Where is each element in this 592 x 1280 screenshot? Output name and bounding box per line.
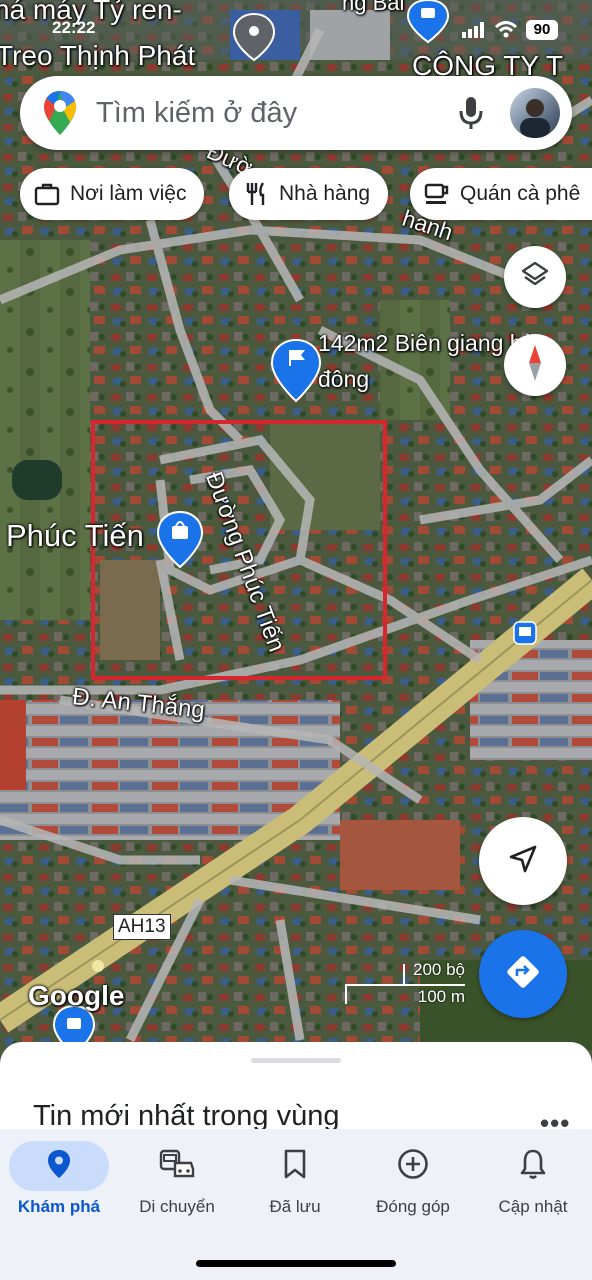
highway-shield: AH13 <box>113 914 171 940</box>
microphone-icon[interactable] <box>456 93 486 133</box>
bookmark-icon <box>283 1149 307 1184</box>
compass-icon <box>525 343 545 388</box>
coffee-cup-icon <box>424 181 450 207</box>
map-label: ng Bài <box>342 0 405 15</box>
place-label[interactable]: đông <box>318 366 369 393</box>
layers-icon <box>520 260 550 295</box>
chip-workplace[interactable]: Nơi làm việc <box>20 168 205 220</box>
satellite-map[interactable]: ná máy Tỷ ren- Treo Thịnh Phát ng Bài CÔ… <box>0 0 592 1060</box>
search-bar[interactable]: Tìm kiếm ở đây <box>20 76 572 150</box>
nav-commute[interactable]: Di chuyển <box>118 1141 236 1217</box>
google-logo: Google <box>28 980 125 1011</box>
sheet-drag-handle[interactable] <box>251 1058 341 1063</box>
home-indicator <box>196 1260 396 1267</box>
nav-label: Khám phá <box>17 1197 101 1216</box>
map-scale: 200 bộ 100 m <box>345 958 471 1010</box>
compass-button[interactable] <box>504 334 566 396</box>
status-time: 22:22 <box>52 18 96 37</box>
chip-label: Nhà hàng <box>279 182 371 205</box>
search-input[interactable]: Tìm kiếm ở đây <box>96 97 456 130</box>
nav-label: Cập nhật <box>498 1197 568 1216</box>
layers-button[interactable] <box>504 246 566 308</box>
nav-contribute[interactable]: Đóng góp <box>354 1141 472 1217</box>
scale-feet: 200 bộ <box>413 960 465 979</box>
nav-label: Đóng góp <box>376 1197 450 1216</box>
fork-knife-icon <box>243 181 269 207</box>
nav-saved[interactable]: Đã lưu <box>236 1141 354 1217</box>
battery-indicator: 90 <box>526 20 558 40</box>
nav-updates[interactable]: Cập nhật <box>474 1141 592 1217</box>
chip-label: Quán cà phê <box>460 182 581 205</box>
place-label[interactable]: 142m2 Biên giang hà <box>318 330 535 357</box>
commute-icon <box>159 1149 195 1184</box>
signal-icon <box>462 22 486 38</box>
avatar[interactable] <box>510 88 560 138</box>
nav-explore[interactable]: Khám phá <box>0 1141 118 1217</box>
directions-button[interactable] <box>479 930 567 1018</box>
bottom-navigation: Khám phá Di chuyển Đã lưu Đóng góp Cập n… <box>0 1129 592 1280</box>
scale-meters: 100 m <box>417 987 465 1006</box>
bus-stop-icon <box>513 621 537 645</box>
add-circle-icon <box>397 1148 429 1185</box>
bell-icon <box>519 1148 547 1185</box>
briefcase-icon <box>34 181 60 207</box>
place-label[interactable]: Phúc Tiến <box>6 518 144 554</box>
map-label: Treo Thịnh Phát <box>0 40 196 71</box>
directions-icon <box>505 954 541 995</box>
chip-label: Nơi làm việc <box>70 182 187 205</box>
chip-coffee[interactable]: Quán cà phê <box>410 168 592 220</box>
my-location-button[interactable] <box>479 817 567 905</box>
location-pin-icon <box>47 1149 71 1184</box>
chip-restaurants[interactable]: Nhà hàng <box>229 168 389 220</box>
nav-label: Đã lưu <box>269 1197 321 1216</box>
wifi-icon <box>494 20 518 38</box>
navigation-arrow-icon <box>507 843 539 880</box>
nav-label: Di chuyển <box>139 1197 215 1216</box>
google-maps-logo-icon <box>42 89 78 137</box>
